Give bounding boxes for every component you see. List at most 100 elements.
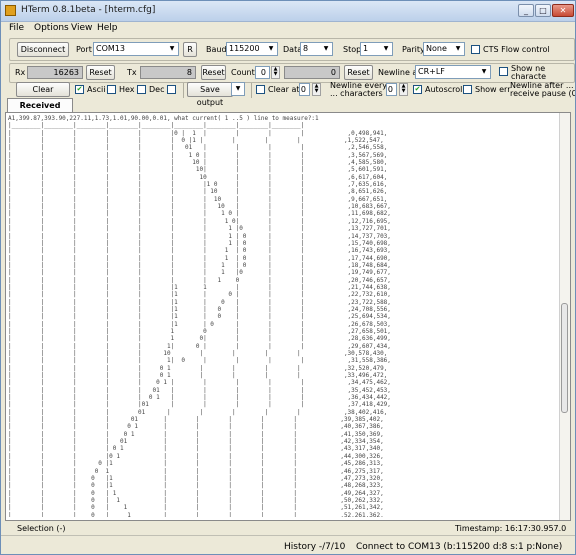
- stop-bits-value: 1: [363, 44, 369, 53]
- title-bar: HTerm 0.8.1beta - [hterm.cfg] _ □ ✕: [1, 1, 575, 22]
- terminal-output[interactable]: A1,399.87,393.90,227.11,1.73,1.01,90.00,…: [8, 115, 560, 517]
- terminal-line: | | | 0 |1 | | | | | ,47,273,320,: [8, 474, 384, 482]
- maximize-button[interactable]: □: [535, 4, 551, 17]
- terminal-line: | | | | | 01 | | | | | ,35,452,453,: [8, 386, 391, 394]
- status-bar: History -/7/10 Connect to COM13 (b:11520…: [1, 535, 575, 554]
- rescan-ports-button[interactable]: R: [183, 42, 197, 57]
- autoscroll-checkbox[interactable]: ✔: [413, 85, 422, 94]
- terminal-line: | | | | 0 1 | | | | | ,41,350,369,: [8, 430, 384, 438]
- count-spinner[interactable]: ▲ ▼: [271, 66, 280, 79]
- terminal-line: | | | | | 1| 0 | | | | ,31,558,386,: [8, 357, 391, 365]
- data-bits-value: 8: [303, 44, 309, 53]
- terminal-line: | | | 0 |1 | | | | | ,45,286,313,: [8, 460, 384, 468]
- baud-label: Baud: [206, 45, 227, 54]
- app-icon: [5, 5, 16, 16]
- clear-received-button[interactable]: Clear received: [16, 82, 70, 107]
- vertical-scrollbar[interactable]: [559, 113, 570, 520]
- clear-at-checkbox[interactable]: [256, 85, 265, 94]
- menu-view[interactable]: View: [71, 23, 92, 33]
- terminal-line: | | | | | | | 1 |0 | | ,19,749,677,: [8, 269, 391, 277]
- data-bits-select[interactable]: 8 ▼: [300, 42, 333, 56]
- terminal-line: | | | | | | | 10 | | | ,10,683,667,: [8, 203, 391, 211]
- parity-value: None: [426, 44, 447, 53]
- parity-select[interactable]: None ▼: [423, 42, 465, 56]
- terminal-line: | | | 0 |1 | | | | | ,48,268,323,: [8, 482, 384, 490]
- terminal-line: | | | 0 | 1 | | | | | ,49,264,327,: [8, 489, 384, 497]
- toolbar-separator: [251, 83, 252, 98]
- show-errors-label: Show err: [475, 85, 511, 94]
- newline-every-field[interactable]: 0: [386, 83, 397, 96]
- terminal-line: | | | | | |1 | 0 | | | ,24,708,556,: [8, 305, 391, 313]
- hex-checkbox[interactable]: [107, 85, 116, 94]
- save-output-dropdown[interactable]: ▼: [231, 82, 245, 96]
- autoscroll-label: Autoscroll: [425, 85, 465, 94]
- count-label: Count: [231, 68, 255, 77]
- tab-received-data[interactable]: Received Data: [7, 98, 73, 123]
- baud-select[interactable]: 115200 ▼: [226, 42, 278, 56]
- ascii-checkbox[interactable]: ✔: [75, 85, 84, 94]
- selection-status: Selection (-): [17, 524, 66, 533]
- chevron-down-icon: ▼: [268, 45, 274, 52]
- newline-after-label-2: receive pause (0=o: [510, 89, 576, 98]
- terminal-line: | | | | | |1 | 0 | | | ,25,694,534,: [8, 313, 391, 321]
- ascii-label: Ascii: [87, 85, 106, 94]
- chevron-down-icon: ▼: [481, 68, 487, 75]
- dec-checkbox[interactable]: [137, 85, 146, 94]
- terminal-line: | | | | | 1| 0 | | | | ,29,607,434,: [8, 342, 391, 350]
- terminal-line: | | | | | | | 1 0 | | | ,11,698,682,: [8, 210, 391, 218]
- terminal-line: | | | | | 1 0 | | | ,27,658,501,: [8, 327, 391, 335]
- menu-help[interactable]: Help: [97, 23, 118, 33]
- minimize-button[interactable]: _: [518, 4, 534, 17]
- status-row: Selection (-) Timestamp: 16:17:30.957.0: [1, 522, 575, 534]
- show-newline-checkbox[interactable]: [499, 67, 508, 76]
- terminal-line: | | | | | | | 1 0| | | ,12,716,695,: [8, 217, 391, 225]
- terminal-line: | | | | | | 10 | | | | ,4,585,580,: [8, 159, 388, 167]
- port-select[interactable]: COM13 ▼: [93, 42, 179, 56]
- terminal-header-line: A1,399.87,393.90,227.11,1.73,1.01,90.00,…: [8, 115, 319, 122]
- menu-file[interactable]: File: [9, 23, 24, 33]
- terminal-line: | | | | 0 1 | | | | | ,43,317,340,: [8, 445, 384, 453]
- newline-every-spinner[interactable]: ▲ ▼: [399, 83, 408, 96]
- display-toolbar: Clear received ✔ Ascii Hex Dec Save outp…: [1, 81, 576, 107]
- newline-at-value: CR+LF: [418, 67, 445, 76]
- terminal-line: | | | | | 1 0| | | | ,28,636,499,: [8, 335, 391, 343]
- terminal-line: | | | | | 0 1 | | | | ,33,496,472,: [8, 372, 388, 380]
- cts-flow-checkbox[interactable]: [471, 45, 480, 54]
- terminal-line: | | | | 01 | | | | | ,38,402,416,: [8, 408, 388, 416]
- hex-label: Hex: [119, 85, 135, 94]
- menu-options[interactable]: Options: [34, 23, 69, 33]
- terminal-line: | | | | | |0 | 1 | | | | ,0,498,941,: [8, 129, 388, 137]
- disconnect-button[interactable]: Disconnect: [17, 42, 69, 57]
- chevron-down-icon: ▼: [169, 45, 175, 52]
- count-total-field: 0: [284, 66, 340, 79]
- tx-count-field: 8: [140, 66, 196, 79]
- close-button[interactable]: ✕: [552, 4, 574, 17]
- terminal-line: | | | | | | | 1 | 0 | | ,16,743,693,: [8, 247, 391, 255]
- count-field[interactable]: 0: [255, 66, 270, 79]
- parity-label: Parity: [402, 45, 425, 54]
- show-newline-label-2: characte: [511, 72, 547, 81]
- count-reset-button[interactable]: Reset: [344, 65, 373, 80]
- terminal-line: | | | 0 1 | | | | | ,46,275,317,: [8, 467, 384, 475]
- tx-reset-button[interactable]: Reset: [201, 65, 226, 80]
- terminal-line: | | | 0 | 1 | | | | | ,52,261,362,: [8, 511, 384, 517]
- terminal-line: | | | | | |1 | 0 | | | ,26,678,503,: [8, 320, 391, 328]
- terminal-line: | | | | | | | 1 0 | | ,20,746,657,: [8, 276, 391, 284]
- terminal-line: | | | | | | 01 | | | | ,2,546,558,: [8, 144, 388, 152]
- rx-reset-button[interactable]: Reset: [86, 65, 115, 80]
- save-output-button[interactable]: Save output: [187, 82, 233, 107]
- terminal-line: | | | | | 0 1 | | | | | ,34,475,462,: [8, 379, 391, 387]
- clear-at-field[interactable]: 0: [299, 83, 310, 96]
- scrollbar-thumb[interactable]: [561, 303, 568, 413]
- terminal-line: | | | | | | | 1 | 0 | | ,14,737,703,: [8, 232, 391, 240]
- stop-bits-select[interactable]: 1 ▼: [360, 42, 393, 56]
- show-errors-checkbox[interactable]: [463, 85, 472, 94]
- terminal-line: | | | | 0 1 | | | | | ,40,367,386,: [8, 423, 384, 431]
- newline-every-label-2: ... characters: [330, 89, 383, 98]
- bin-checkbox[interactable]: [167, 85, 176, 94]
- terminal-line: | | | | | | | 1 | 0 | | ,17,744,690,: [8, 254, 391, 262]
- newline-at-select[interactable]: CR+LF ▼: [415, 65, 491, 79]
- chevron-down-icon: ▼: [235, 85, 241, 92]
- clear-at-spinner[interactable]: ▲ ▼: [312, 83, 321, 96]
- terminal-line: | | | | | | | 1 | 0 | | ,15,740,698,: [8, 239, 391, 247]
